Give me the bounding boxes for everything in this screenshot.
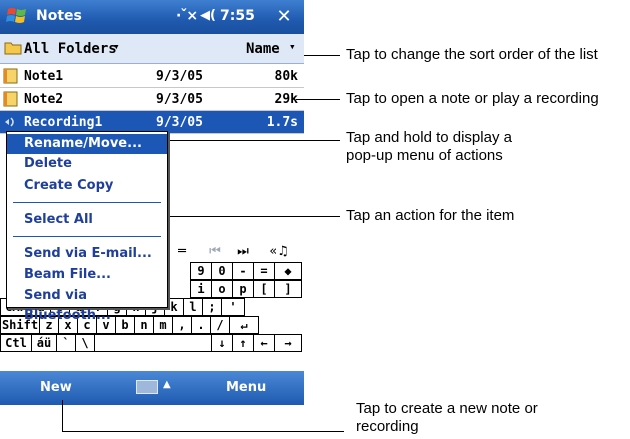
popup-menu: Rename/Move... Delete Create Copy Select… [6,131,168,323]
key[interactable]: \ [75,334,95,352]
connectivity-icon[interactable]: ·ˇ× [176,8,198,24]
menu-item-rename-move[interactable]: Rename/Move... [7,134,167,154]
keyboard-icon[interactable] [136,380,158,394]
callout-hold-line2: pop-up menu of actions [346,147,503,164]
menu-button[interactable]: Menu [226,380,266,395]
arrow-up-key[interactable]: ↑ [232,334,254,352]
menu-item-send-email[interactable]: Send via E-mail... [7,244,167,264]
folder-dropdown[interactable]: All Folders [24,41,117,57]
file-date: 9/3/05 [156,115,203,130]
key[interactable]: i [190,280,212,298]
title-bar: Notes ·ˇ× ◀( 7:55 ✕ [0,0,304,34]
fast-forward-icon[interactable]: ⏭ [232,242,254,262]
backspace-key[interactable]: ◆ [274,262,302,280]
key[interactable]: ] [274,280,302,298]
international-key[interactable]: áü [31,334,57,352]
chevron-up-icon[interactable]: ▲ [163,379,171,390]
enter-key[interactable]: ↵ [229,316,259,334]
menu-separator [13,236,161,237]
chevron-down-icon[interactable]: ▾ [289,40,296,53]
file-name: Recording1 [24,115,103,130]
arrow-down-key[interactable]: ↓ [211,334,233,352]
folder-bar: All Folders ▾ Name ▾ [0,34,304,64]
menu-separator [13,202,161,203]
space-key[interactable] [94,334,212,352]
key[interactable]: 0 [211,262,233,280]
key[interactable]: l [183,298,203,316]
new-button[interactable]: New [40,380,72,395]
callout-open: Tap to open a note or play a recording [346,90,599,107]
menu-item-send-bluetooth[interactable]: Send via Bluetooth... [7,286,167,323]
key[interactable]: 9 [190,262,212,280]
ctrl-key[interactable]: Ctl [0,334,32,352]
folder-icon [4,42,22,55]
recording-file-icon [5,117,14,127]
callout-hold-line1: Tap and hold to display a [346,129,512,146]
volume-icon[interactable]: ◀( [200,8,216,23]
menu-bar: New ▲ Menu [0,371,304,405]
note-file-icon [3,68,18,84]
key[interactable]: b [115,316,135,334]
callout-line [62,431,344,432]
callout-line [154,140,340,141]
key[interactable]: / [210,316,230,334]
callout-line [62,400,63,432]
key[interactable]: [ [253,280,275,298]
key[interactable]: , [172,316,192,334]
audio-icon[interactable]: «♫ [264,242,294,262]
file-size: 80k [274,69,298,84]
key[interactable]: ; [202,298,222,316]
menu-item-beam-file[interactable]: Beam File... [7,265,167,285]
note-file-icon [3,91,18,107]
key[interactable]: o [211,280,233,298]
key[interactable]: = [253,262,275,280]
menu-item-create-copy[interactable]: Create Copy [7,176,167,196]
pocket-pc-screen: Notes ·ˇ× ◀( 7:55 ✕ All Folders ▾ Name ▾… [0,0,304,405]
key[interactable]: n [134,316,154,334]
list-item[interactable]: Note2 9/3/05 29k [0,88,304,111]
callout-sort: Tap to change the sort order of the list [346,46,598,63]
file-date: 9/3/05 [156,92,203,107]
clock-time[interactable]: 7:55 [220,8,255,24]
input-method-icon[interactable]: ═ [168,242,196,262]
windows-start-icon[interactable] [6,5,28,27]
callout-action: Tap an action for the item [346,207,515,224]
key[interactable]: ' [221,298,245,316]
key[interactable]: ` [56,334,76,352]
file-name: Note2 [24,92,64,107]
file-date: 9/3/05 [156,69,203,84]
callout-new-line2: recording [356,418,419,435]
callout-line [304,55,340,56]
callout-line [296,99,340,100]
arrow-left-key[interactable]: ← [253,334,275,352]
menu-item-select-all[interactable]: Select All [7,210,167,230]
callout-new-line1: Tap to create a new note or [356,400,538,417]
rewind-icon[interactable]: ⏮ [204,242,226,262]
file-list: Note1 9/3/05 80k Note2 9/3/05 29k Record… [0,65,304,134]
key[interactable]: - [232,262,254,280]
key[interactable]: p [232,280,254,298]
chevron-down-icon[interactable]: ▾ [113,40,120,53]
sort-dropdown[interactable]: Name [246,41,280,57]
list-item[interactable]: Note1 9/3/05 80k [0,65,304,88]
input-panel-toolbar: ═ ⏮ ⏭ «♫ [168,242,304,262]
close-button[interactable]: ✕ [272,5,296,29]
menu-item-delete[interactable]: Delete [7,154,167,174]
app-title: Notes [36,8,82,24]
key[interactable]: m [153,316,173,334]
arrow-right-key[interactable]: → [274,334,302,352]
file-name: Note1 [24,69,64,84]
key[interactable]: . [191,316,211,334]
callout-line [170,216,340,217]
file-size: 1.7s [266,115,298,130]
file-size: 29k [274,92,298,107]
